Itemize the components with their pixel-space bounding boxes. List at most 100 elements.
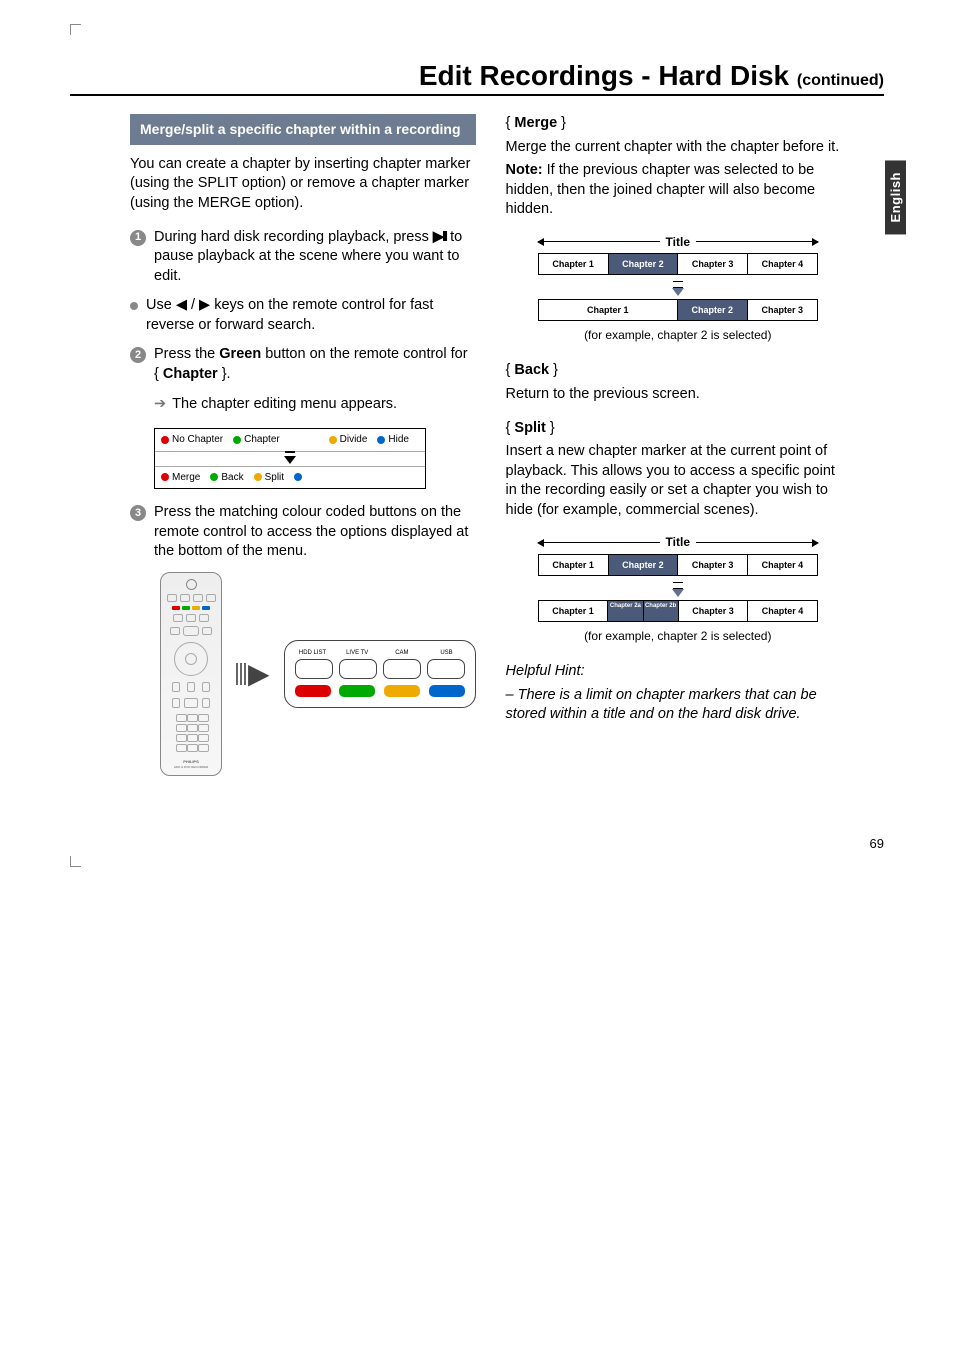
osd-divide: Divide bbox=[340, 433, 368, 447]
down-arrow-icon bbox=[672, 288, 684, 296]
osd-no-chapter: No Chapter bbox=[172, 433, 223, 447]
step-number-3: 3 bbox=[130, 505, 146, 521]
remote-illustration: PHILIPS HDD & DVD RECORDER ▶ HDD LIST LI… bbox=[160, 572, 476, 776]
back-desc: Return to the previous screen. bbox=[506, 385, 850, 405]
chapter-edit-osd: No Chapter Chapter Divide Hide Merge Bac… bbox=[154, 428, 426, 489]
red-button-icon bbox=[295, 685, 331, 697]
merge-example-note: (for example, chapter 2 is selected) bbox=[506, 327, 850, 343]
merge-note-label: Note: bbox=[506, 162, 543, 178]
chapter-cell: Chapter 3 bbox=[748, 300, 817, 320]
chapter-cell: Chapter 4 bbox=[748, 254, 817, 274]
step2-a: Press the bbox=[154, 346, 219, 362]
yellow-button-icon bbox=[384, 685, 420, 697]
chapter-cell: Chapter 2 bbox=[609, 555, 679, 575]
chapter-cell: Chapter 2 bbox=[609, 254, 679, 274]
merge-note-text: If the previous chapter was selected to … bbox=[506, 162, 816, 217]
osd-hide: Hide bbox=[388, 433, 409, 447]
zoom-btn bbox=[339, 659, 377, 679]
title-main: Edit Recordings - Hard Disk bbox=[419, 60, 797, 91]
title-label: Title bbox=[666, 534, 690, 550]
back-heading: Back bbox=[514, 362, 549, 378]
zoom-btn bbox=[295, 659, 333, 679]
osd-split: Split bbox=[265, 471, 284, 485]
green-dot-icon bbox=[210, 473, 218, 481]
merge-heading-line: { Merge } bbox=[506, 114, 850, 134]
zoom-label-usb: USB bbox=[429, 649, 465, 657]
step3-text: Press the matching colour coded buttons … bbox=[154, 503, 476, 562]
step2-result: The chapter editing menu appears. bbox=[154, 395, 476, 415]
step-2: 2 Press the Green button on the remote c… bbox=[130, 345, 476, 384]
bullet-text: Use ◀ / ▶ keys on the remote control for… bbox=[146, 296, 476, 335]
chapter-cell: Chapter 2b bbox=[644, 601, 679, 621]
zoom-btn bbox=[427, 659, 465, 679]
title-label: Title bbox=[666, 234, 690, 250]
section-heading: Merge/split a specific chapter within a … bbox=[130, 114, 476, 145]
chapter-cell: Chapter 2a bbox=[608, 601, 643, 621]
page-number: 69 bbox=[70, 836, 884, 851]
red-dot-icon bbox=[161, 436, 169, 444]
title-continued: (continued) bbox=[797, 72, 884, 89]
play-pause-icon: ▶II bbox=[433, 229, 446, 245]
chapter-cell: Chapter 3 bbox=[678, 254, 748, 274]
osd-merge: Merge bbox=[172, 471, 200, 485]
zoom-label-hdd: HDD LIST bbox=[295, 649, 331, 657]
yellow-dot-icon bbox=[254, 473, 262, 481]
chapter-cell: Chapter 3 bbox=[679, 601, 749, 621]
chapter-cell: Chapter 1 bbox=[539, 300, 678, 320]
remote-zoom-panel: HDD LIST LIVE TV CAM USB bbox=[284, 640, 476, 708]
intro-paragraph: You can create a chapter by inserting ch… bbox=[130, 155, 476, 214]
split-heading-line: { Split } bbox=[506, 419, 850, 439]
helpful-hint-heading: Helpful Hint: bbox=[506, 662, 850, 682]
right-column: { Merge } Merge the current chapter with… bbox=[506, 114, 850, 776]
merge-desc: Merge the current chapter with the chapt… bbox=[506, 138, 850, 158]
yellow-dot-icon bbox=[329, 436, 337, 444]
zoom-btn bbox=[383, 659, 421, 679]
chapter-cell: Chapter 3 bbox=[678, 555, 748, 575]
merge-note: Note: If the previous chapter was select… bbox=[506, 161, 850, 220]
osd-chapter: Chapter bbox=[244, 433, 280, 447]
crop-mark-top-left bbox=[70, 24, 81, 35]
left-column: Merge/split a specific chapter within a … bbox=[130, 114, 476, 776]
blue-dot-icon bbox=[377, 436, 385, 444]
chapter-cell: Chapter 1 bbox=[539, 601, 609, 621]
blue-button-icon bbox=[429, 685, 465, 697]
zoom-label-live: LIVE TV bbox=[339, 649, 375, 657]
blue-dot-icon bbox=[294, 473, 302, 481]
step2-green: Green bbox=[219, 346, 261, 362]
back-heading-line: { Back } bbox=[506, 361, 850, 381]
chapter-marker-icon bbox=[284, 456, 296, 464]
page-title: Edit Recordings - Hard Disk (continued) bbox=[70, 60, 884, 96]
osd-back: Back bbox=[221, 471, 243, 485]
chapter-cell: Chapter 2 bbox=[678, 300, 748, 320]
split-desc: Insert a new chapter marker at the curre… bbox=[506, 442, 850, 520]
zoom-label-cam: CAM bbox=[384, 649, 420, 657]
chapter-cell: Chapter 1 bbox=[539, 555, 609, 575]
step2-c: }. bbox=[218, 366, 231, 382]
bullet-icon bbox=[130, 302, 138, 310]
green-button-icon bbox=[339, 685, 375, 697]
step1-text-a: During hard disk recording playback, pre… bbox=[154, 229, 433, 245]
merge-heading: Merge bbox=[514, 115, 557, 131]
split-example-note: (for example, chapter 2 is selected) bbox=[506, 628, 850, 644]
step-3: 3 Press the matching colour coded button… bbox=[130, 503, 476, 562]
green-dot-icon bbox=[233, 436, 241, 444]
chapter-cell: Chapter 4 bbox=[748, 601, 817, 621]
language-tab: English bbox=[885, 160, 906, 234]
down-arrow-icon bbox=[672, 589, 684, 597]
step2-chapter: Chapter bbox=[163, 366, 218, 382]
step-number-2: 2 bbox=[130, 347, 146, 363]
split-diagram: Title Chapter 1Chapter 2Chapter 3Chapter… bbox=[538, 534, 818, 621]
chapter-cell: Chapter 1 bbox=[539, 254, 609, 274]
bullet-nav-keys: Use ◀ / ▶ keys on the remote control for… bbox=[130, 296, 476, 335]
split-heading: Split bbox=[514, 420, 545, 436]
merge-diagram: Title Chapter 1Chapter 2Chapter 3Chapter… bbox=[538, 234, 818, 321]
red-dot-icon bbox=[161, 473, 169, 481]
chapter-cell: Chapter 4 bbox=[748, 555, 817, 575]
remote-control-icon: PHILIPS HDD & DVD RECORDER bbox=[160, 572, 222, 776]
helpful-hint-text: – There is a limit on chapter markers th… bbox=[506, 686, 850, 725]
remote-subtitle: HDD & DVD RECORDER bbox=[174, 765, 209, 769]
crop-mark-bottom-left bbox=[70, 856, 81, 867]
step-number-1: 1 bbox=[130, 230, 146, 246]
zoom-arrow-icon: ▶ bbox=[236, 655, 270, 693]
step-1: 1 During hard disk recording playback, p… bbox=[130, 228, 476, 287]
